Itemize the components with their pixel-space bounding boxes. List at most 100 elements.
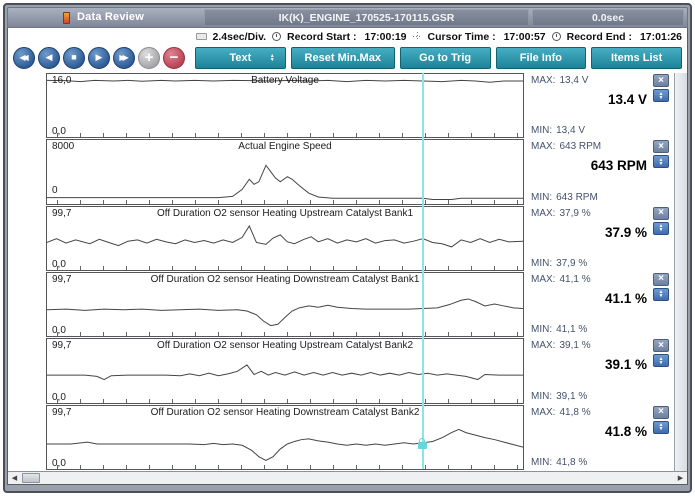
record-start-label: Record Start :: [287, 31, 356, 43]
min-label: MIN:: [531, 125, 552, 136]
vertical-scroll-strip: [674, 73, 687, 471]
time-div-icon: [196, 33, 207, 40]
spinner-arrows-icon: ▲▼: [270, 54, 275, 62]
up-down-arrows-icon2: ▼: [659, 228, 664, 232]
expand-channel-button[interactable]: ▲▼: [653, 421, 669, 434]
max-value: 39,1 %: [559, 340, 590, 351]
zoom-in-button[interactable]: +: [138, 47, 160, 69]
fast-forward-button[interactable]: ▶▶: [113, 47, 135, 69]
scale-min-label: 0,0: [52, 259, 66, 270]
waveform-plot[interactable]: 99,7 Off Duration O2 sensor Heating Upst…: [46, 206, 524, 271]
max-line: MAX:37,9 %: [531, 208, 591, 219]
elapsed-time: 0.0sec: [532, 9, 684, 26]
min-value: 643 RPM: [556, 192, 598, 203]
max-label: MAX:: [531, 407, 555, 418]
current-value: 37.9 %: [605, 225, 647, 240]
channel-readout: MAX: 643 RPM 643 RPM MIN:643 RPM × ▲▼: [529, 139, 672, 204]
items-list-button[interactable]: Items List: [591, 47, 682, 69]
expand-channel-button[interactable]: ▲▼: [653, 288, 669, 301]
channel-title: Off Duration O2 sensor Heating Downstrea…: [47, 274, 523, 285]
display-mode-select[interactable]: Text ▲▼: [195, 47, 286, 69]
close-channel-button[interactable]: ×: [653, 74, 669, 87]
max-label: MAX:: [531, 274, 555, 285]
max-value: 13,4 V: [559, 75, 588, 86]
min-line: MIN: 41,8 %: [531, 457, 587, 468]
scroll-right-arrow-icon[interactable]: ▶: [674, 472, 687, 484]
max-line: MAX:41,1 %: [531, 274, 591, 285]
window-title: Data Review: [77, 8, 144, 27]
up-down-arrows-icon2: ▼: [659, 361, 664, 365]
scale-min-label: 0,0: [52, 325, 66, 336]
max-label: MAX:: [531, 141, 555, 152]
current-value: 13.4 V: [608, 92, 647, 107]
expand-channel-button[interactable]: ▲▼: [653, 222, 669, 235]
waveform-plot[interactable]: 99,7 Off Duration O2 sensor Heating Down…: [46, 405, 524, 470]
go-to-trig-button[interactable]: Go to Trig: [400, 47, 491, 69]
close-channel-button[interactable]: ×: [653, 140, 669, 153]
step-back-button[interactable]: ◀: [38, 47, 60, 69]
min-value: 41,8 %: [556, 457, 587, 468]
expand-channel-button[interactable]: ▲▼: [653, 354, 669, 367]
scale-min-label: 0,0: [52, 126, 66, 137]
max-value: 643 RPM: [559, 141, 601, 152]
fast-rewind-icon: ◀◀: [19, 54, 25, 62]
time-cursor-line[interactable]: [422, 73, 424, 469]
max-line: MAX: 39,1 %: [531, 340, 591, 351]
stop-button[interactable]: ■: [63, 47, 85, 69]
close-channel-button[interactable]: ×: [653, 406, 669, 419]
title-bar: Data Review IK(K)_ENGINE_170525-170115.G…: [7, 7, 688, 28]
chart-area: 16,0 Battery Voltage 0,0 8000 Actual Eng…: [8, 71, 687, 471]
current-value: 41.8 %: [605, 424, 647, 439]
close-channel-button[interactable]: ×: [653, 339, 669, 352]
current-value: 41.1 %: [605, 291, 647, 306]
min-line: MIN: 13,4 V: [531, 125, 585, 136]
scroll-left-arrow-icon[interactable]: ◀: [8, 472, 21, 484]
record-end-label: Record End :: [567, 31, 632, 43]
time-per-div: 2.4sec/Div.: [213, 31, 267, 43]
record-info-bar: 2.4sec/Div. Record Start :17:00:19 Curso…: [8, 28, 687, 44]
channel-readout: MAX:41,1 % 41.1 % MIN:41,1 % × ▲▼: [529, 272, 672, 337]
current-value: 643 RPM: [591, 158, 647, 173]
record-start-clock-icon: [272, 32, 281, 41]
fast-forward-icon: ▶▶: [119, 54, 125, 62]
waveform-plot[interactable]: 99,7 Off Duration O2 sensor Heating Down…: [46, 272, 524, 337]
max-label: MAX:: [531, 75, 555, 86]
up-down-arrows-icon2: ▼: [659, 96, 664, 100]
minus-icon: −: [170, 50, 179, 65]
close-channel-button[interactable]: ×: [653, 273, 669, 286]
min-value: 13,4 V: [556, 125, 585, 136]
left-gutter: [8, 73, 46, 471]
play-button[interactable]: ▶: [88, 47, 110, 69]
app-icon: [63, 12, 70, 24]
channel-readout: MAX: 13,4 V 13.4 V MIN: 13,4 V × ▲▼: [529, 73, 672, 138]
display-mode-label: Text: [229, 52, 251, 64]
reset-minmax-button[interactable]: Reset Min.Max: [291, 47, 395, 69]
channel-title: Off Duration O2 sensor Heating Downstrea…: [47, 407, 523, 418]
app-window: Data Review IK(K)_ENGINE_170525-170115.G…: [3, 3, 692, 493]
scrollbar-thumb[interactable]: [22, 473, 40, 483]
expand-channel-button[interactable]: ▲▼: [653, 89, 669, 102]
horizontal-scrollbar[interactable]: ◀ ▶: [8, 471, 687, 484]
info-column: MAX:13,4 V 13.4 V MIN:13,4 V × ▲▼ MAX:64…: [524, 73, 672, 471]
min-label: MIN:: [531, 457, 552, 468]
min-line: MIN:643 RPM: [531, 192, 598, 203]
min-line: MIN:39,1 %: [531, 391, 587, 402]
cursor-time-value: 17:00:57: [504, 31, 546, 43]
close-channel-button[interactable]: ×: [653, 207, 669, 220]
file-info-button[interactable]: File Info: [496, 47, 587, 69]
cursor-lock-icon: [418, 442, 427, 449]
window-body: 2.4sec/Div. Record Start :17:00:19 Curso…: [7, 28, 688, 485]
scale-min-label: 0: [52, 185, 58, 196]
zoom-out-button[interactable]: −: [163, 47, 185, 69]
waveform-plot[interactable]: 8000 Actual Engine Speed 0: [46, 139, 524, 204]
fast-rewind-button[interactable]: ◀◀: [13, 47, 35, 69]
min-value: 41,1 %: [556, 324, 587, 335]
min-value: 37,9 %: [556, 258, 587, 269]
waveform-plot[interactable]: 16,0 Battery Voltage 0,0: [46, 73, 524, 138]
max-label: MAX:: [531, 208, 555, 219]
waveform-plot[interactable]: 99,7 Off Duration O2 sensor Heating Upst…: [46, 338, 524, 403]
max-label: MAX:: [531, 340, 555, 351]
channel-title: Off Duration O2 sensor Heating Upstream …: [47, 208, 523, 219]
up-down-arrows-icon2: ▼: [659, 294, 664, 298]
expand-channel-button[interactable]: ▲▼: [653, 155, 669, 168]
